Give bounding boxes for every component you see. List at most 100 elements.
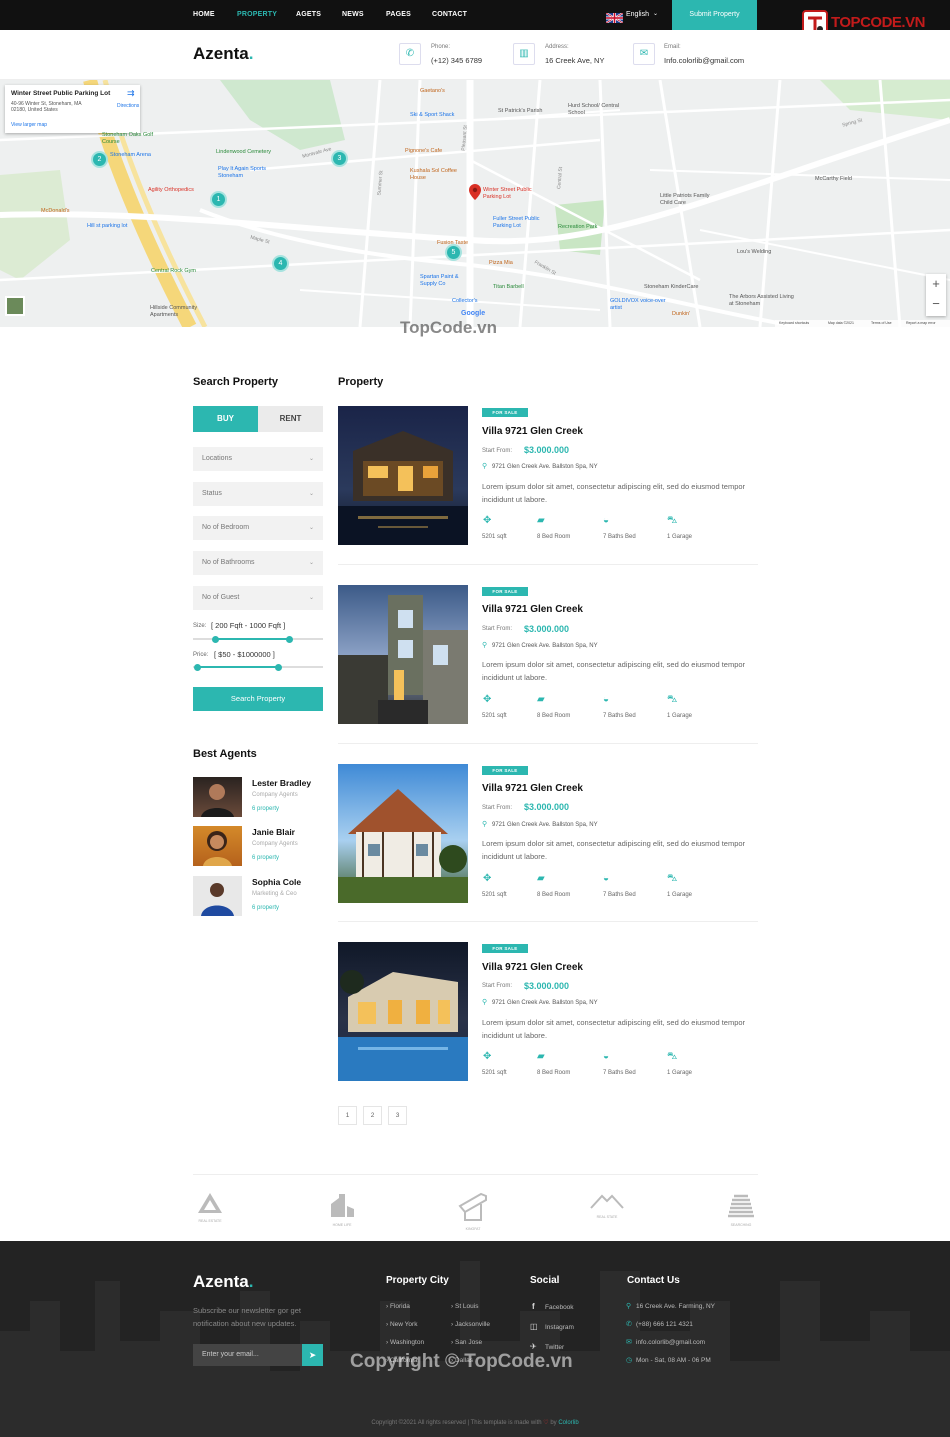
map-book-icon: ▥ [513, 43, 535, 65]
language-select[interactable]: English [626, 11, 649, 18]
property-image[interactable] [338, 585, 468, 724]
tab-rent[interactable]: RENT [258, 406, 323, 432]
terms-link[interactable]: Terms of Use [871, 321, 892, 325]
twitter-link[interactable]: Twitter [545, 1344, 564, 1351]
agent-properties-link[interactable]: 6 property [252, 855, 279, 861]
guest-select[interactable]: No of Guest ⌄ [193, 586, 323, 610]
directions-icon[interactable]: ⇉ [127, 88, 135, 99]
agent-properties-link[interactable]: 6 property [252, 806, 279, 812]
agent-name[interactable]: Lester Bradley [252, 778, 311, 788]
agent-properties-link[interactable]: 6 property [252, 905, 279, 911]
clock-icon: ◷ [626, 1357, 633, 1364]
agent-avatar[interactable] [193, 777, 242, 817]
car-icon: ⛍ [667, 873, 678, 884]
size-max-handle[interactable] [286, 636, 294, 643]
zoom-in-button[interactable]: + [926, 276, 946, 291]
map-label: GOLDIVOX voice-over artist [610, 298, 666, 311]
site-logo[interactable]: Azenta. [193, 44, 253, 64]
property-address: 9721 Glen Creek Ave. Ballston Spa, NY [492, 643, 598, 649]
bath-value: 7 Baths Bed [603, 713, 636, 719]
bath-icon: ◒ [603, 694, 610, 705]
property-image[interactable] [338, 942, 468, 1081]
property-title[interactable]: Villa 9721 Glen Creek [482, 962, 583, 973]
keyboard-shortcuts-link[interactable]: Keyboard shortcuts [779, 321, 809, 325]
phone-value: (+12) 345 6789 [431, 56, 483, 65]
map-label: Central Rock Gym [151, 268, 196, 274]
property-image[interactable] [338, 406, 468, 545]
footer-logo[interactable]: Azenta. [193, 1272, 253, 1292]
contact-email[interactable]: info.colorlib@gmail.com [636, 1339, 705, 1346]
report-error-link[interactable]: Report a map error [906, 321, 936, 325]
facebook-icon: f [532, 1302, 535, 1311]
for-sale-badge: FOR SALE [482, 944, 528, 953]
map-info-box: Winter Street Public Parking Lot 40-96 W… [5, 85, 140, 133]
garage-value: 1 Garage [667, 1070, 693, 1076]
map-marker[interactable]: 5 [445, 244, 462, 261]
search-property-button[interactable]: Search Property [193, 687, 323, 711]
zoom-out-button[interactable]: − [926, 296, 946, 311]
city-link[interactable]: › Washington [386, 1339, 424, 1346]
google-logo: Google [461, 310, 486, 317]
city-link[interactable]: › Jacksonville [451, 1321, 490, 1328]
google-map[interactable]: Winter Street Public Parking Lot 40-96 W… [0, 80, 950, 327]
page-2[interactable]: 2 [363, 1106, 382, 1125]
instagram-link[interactable]: Instagram [545, 1324, 574, 1331]
garage-value: 1 Garage [667, 534, 693, 540]
property-section-title: Property [338, 376, 384, 388]
view-larger-map-link[interactable]: View larger map [11, 122, 47, 128]
locations-select[interactable]: Locations ⌄ [193, 447, 323, 471]
property-price: $3.000.000 [524, 624, 570, 634]
bed-icon: ▰ [537, 873, 545, 884]
map-label: Fuller Street Public Parking Lot [493, 216, 540, 229]
map-marker[interactable]: 2 [91, 151, 108, 168]
email-label: Email: [664, 44, 681, 50]
map-marker[interactable]: 4 [272, 255, 289, 272]
bed-icon: ▰ [537, 1051, 545, 1062]
property-title[interactable]: Villa 9721 Glen Creek [482, 604, 583, 615]
colorlib-link[interactable]: Colorlib [558, 1420, 578, 1426]
nav-contact[interactable]: CONTACT [432, 11, 467, 18]
facebook-link[interactable]: Facebook [545, 1304, 574, 1311]
page-1[interactable]: 1 [338, 1106, 357, 1125]
bed-icon: ▰ [537, 694, 545, 705]
price-max-handle[interactable] [274, 664, 282, 671]
directions-link[interactable]: Directions [117, 103, 139, 109]
satellite-toggle[interactable] [5, 296, 25, 316]
city-link[interactable]: › Florida [386, 1303, 410, 1310]
car-icon: ⛍ [667, 1051, 678, 1062]
tab-buy[interactable]: BUY [193, 406, 258, 432]
agent-name[interactable]: Sophia Cole [252, 877, 301, 887]
property-price: $3.000.000 [524, 445, 570, 455]
map-marker[interactable]: 3 [331, 150, 348, 167]
map-label: McCarthy Field [815, 176, 852, 182]
agent-role: Marketing & Ceo [252, 891, 297, 897]
nav-agets[interactable]: AGETS [296, 11, 321, 18]
page-3[interactable]: 3 [388, 1106, 407, 1125]
city-link[interactable]: › St Louis [451, 1303, 478, 1310]
agent-name[interactable]: Janie Blair [252, 827, 295, 837]
city-link[interactable]: › New York [386, 1321, 417, 1328]
nav-news[interactable]: NEWS [342, 11, 364, 18]
size-min-handle[interactable] [212, 636, 220, 643]
status-select[interactable]: Status ⌄ [193, 482, 323, 506]
agent-avatar[interactable] [193, 826, 242, 866]
nav-property[interactable]: PROPERTY [237, 11, 277, 18]
agent-avatar[interactable] [193, 876, 242, 916]
newsletter-email-input[interactable]: Enter your email... [193, 1344, 302, 1366]
property-title[interactable]: Villa 9721 Glen Creek [482, 426, 583, 437]
bedroom-select[interactable]: No of Bedroom ⌄ [193, 516, 323, 540]
property-title[interactable]: Villa 9721 Glen Creek [482, 783, 583, 794]
nav-home[interactable]: HOME [193, 11, 215, 18]
send-icon[interactable]: ➤ [302, 1344, 323, 1366]
submit-property-button[interactable]: Submit Property [672, 0, 757, 30]
nav-pages[interactable]: PAGES [386, 11, 411, 18]
uk-flag-icon [605, 10, 624, 24]
bathroom-select[interactable]: No of Bathrooms ⌄ [193, 551, 323, 575]
city-link[interactable]: › San Jose [451, 1339, 482, 1346]
property-city-title: Property City [386, 1275, 449, 1286]
price-slider[interactable] [193, 666, 323, 668]
map-pin-icon[interactable] [469, 184, 481, 200]
price-min-handle[interactable] [193, 664, 201, 671]
property-image[interactable] [338, 764, 468, 903]
map-marker[interactable]: 1 [210, 191, 227, 208]
